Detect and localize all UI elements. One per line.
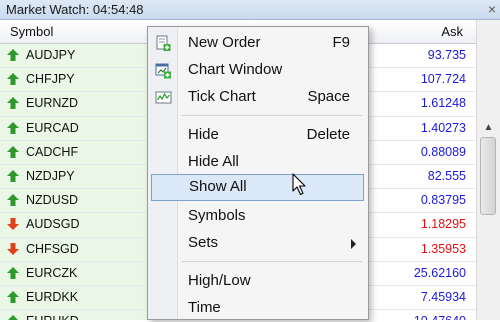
- menu-item-shortcut: F9: [332, 34, 350, 51]
- ask-price: 25.62160: [413, 265, 466, 280]
- mouse-cursor-icon: [292, 173, 306, 196]
- arrow-up-icon: [7, 121, 19, 134]
- symbol-cell: [0, 310, 160, 320]
- ask-price: 10.47640: [414, 314, 466, 320]
- arrow-up-icon: [7, 169, 19, 182]
- symbol-name: NZDJPY: [26, 168, 75, 183]
- window-title: Market Watch: 04:54:48: [6, 2, 144, 17]
- symbol-cell: [0, 68, 160, 92]
- ask-price: 1.40273: [420, 120, 466, 135]
- symbol-name: NZDUSD: [26, 193, 79, 208]
- menu-item-shortcut: Delete: [306, 126, 350, 143]
- ask-price: 0.88089: [420, 144, 466, 159]
- chart-window-icon: [155, 63, 171, 79]
- symbol-cell: [0, 237, 160, 261]
- ask-price: 93.735: [427, 48, 466, 62]
- column-header-symbol[interactable]: Symbol: [10, 24, 53, 39]
- symbol-name: AUDSGD: [26, 217, 80, 232]
- ask-price: 1.35953: [420, 241, 466, 256]
- symbol-cell: [0, 140, 160, 164]
- menu-item-label: New Order: [188, 34, 261, 51]
- new-order-icon: [156, 35, 171, 51]
- ask-price: 107.724: [420, 72, 466, 87]
- arrow-up-icon: [8, 315, 18, 320]
- arrow-up-icon: [7, 73, 19, 86]
- scroll-up-arrow-icon[interactable]: ▲: [482, 122, 495, 133]
- tick-chart-icon: [155, 91, 172, 104]
- symbol-name: AUDJPY: [26, 48, 76, 62]
- arrow-up-icon: [7, 194, 19, 207]
- column-header-ask[interactable]: Ask: [441, 24, 463, 39]
- menu-item-label: Hide All: [188, 153, 239, 170]
- arrow-down-icon: [7, 242, 19, 255]
- arrow-up-icon: [7, 49, 19, 61]
- menu-item-new-order[interactable]: New Order F9: [148, 30, 368, 57]
- menu-item-shortcut: Space: [307, 88, 350, 105]
- menu-item-label: Tick Chart: [188, 88, 256, 105]
- menu-item-label: Sets: [188, 234, 219, 251]
- symbol-cell: [0, 213, 160, 237]
- ask-price: 1.61248: [420, 96, 466, 111]
- menu-item-show-all[interactable]: Show All: [151, 174, 364, 201]
- arrow-up-icon: [7, 266, 19, 279]
- symbol-name: EURCAD: [26, 120, 79, 135]
- symbol-cell: [0, 285, 160, 310]
- arrow-up-icon: [7, 97, 19, 110]
- menu-separator: [182, 115, 362, 116]
- menu-item-chart-window[interactable]: Chart Window: [148, 57, 368, 84]
- symbol-cell: [0, 164, 160, 189]
- symbol-cell: [0, 92, 160, 116]
- symbol-name: CHFJPY: [26, 72, 75, 87]
- menu-item-high-low[interactable]: High/Low: [148, 268, 368, 295]
- context-menu: New Order F9 Chart Window Tick Chart Spa…: [147, 26, 369, 320]
- vertical-scrollbar[interactable]: ▲: [476, 20, 500, 320]
- menu-item-tick-chart[interactable]: Tick Chart Space: [148, 84, 368, 111]
- menu-item-hide-all[interactable]: Hide All: [148, 149, 368, 176]
- window-titlebar: Market Watch: 04:54:48 ×: [0, 0, 500, 20]
- menu-item-time[interactable]: Time: [148, 295, 368, 322]
- symbol-name: CHFSGD: [26, 241, 79, 256]
- arrow-up-icon: [7, 145, 19, 158]
- symbol-cell: [0, 44, 160, 68]
- ask-price: 1.18295: [420, 217, 466, 232]
- arrow-down-icon: [7, 218, 19, 231]
- symbol-name: EURNZD: [26, 96, 79, 111]
- symbol-name: EURDKK: [26, 289, 79, 304]
- menu-item-hide[interactable]: Hide Delete: [148, 122, 368, 149]
- symbol-name: EURHKD: [26, 314, 79, 320]
- ask-price: 82.555: [427, 168, 466, 183]
- submenu-arrow-icon: [351, 239, 356, 249]
- menu-item-label: Chart Window: [188, 61, 283, 78]
- menu-item-sets[interactable]: Sets: [148, 230, 368, 257]
- menu-item-label: Symbols: [188, 207, 246, 224]
- ask-price: 7.45934: [420, 289, 466, 304]
- arrow-up-icon: [7, 290, 19, 303]
- menu-item-symbols[interactable]: Symbols: [148, 203, 368, 230]
- close-icon[interactable]: ×: [485, 0, 499, 19]
- symbol-cell: [0, 116, 160, 140]
- menu-item-label: Hide: [188, 126, 219, 143]
- ask-price: 0.83795: [420, 193, 466, 208]
- menu-item-label: Time: [188, 299, 221, 316]
- symbol-name: EURCZK: [26, 265, 78, 280]
- symbol-name: CADCHF: [26, 144, 79, 159]
- menu-separator: [182, 261, 362, 262]
- scrollbar-thumb[interactable]: [480, 137, 496, 215]
- menu-item-label: Show All: [189, 178, 247, 195]
- menu-item-label: High/Low: [188, 272, 251, 289]
- symbol-cell: [0, 189, 160, 213]
- symbol-cell: [0, 261, 160, 285]
